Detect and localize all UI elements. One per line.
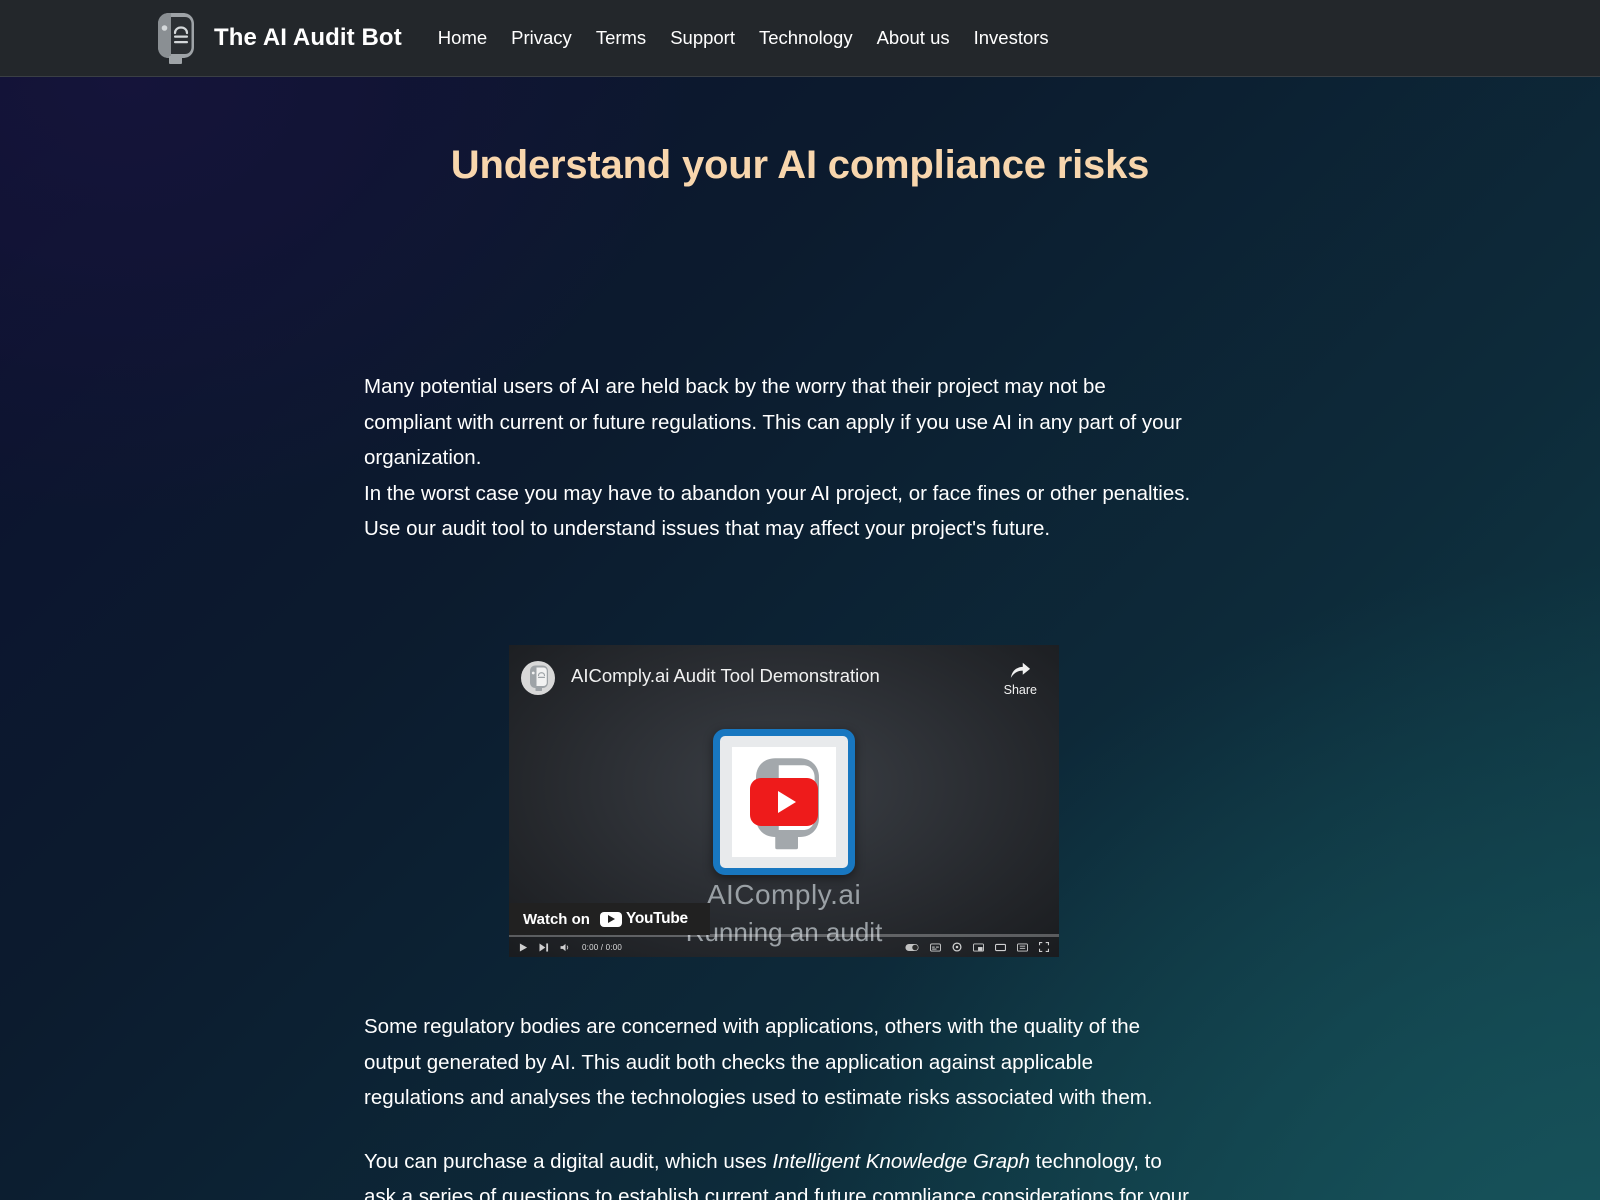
paragraph-regulatory-bodies: Some regulatory bodies are concerned wit…	[364, 1015, 1153, 1109]
video-thumbnail-card	[713, 729, 855, 875]
page-title: Understand your AI compliance risks	[450, 143, 1150, 187]
youtube-logo-icon: YouTube	[599, 910, 688, 928]
share-button[interactable]: Share	[1004, 661, 1041, 697]
body-copy-column-lower: Some regulatory bodies are concerned wit…	[364, 1009, 1194, 1200]
body-copy-column: Many potential users of AI are held back…	[364, 369, 1194, 547]
play-icon[interactable]	[519, 942, 528, 952]
purchase-emphasis-text: Intelligent Knowledge Graph	[772, 1149, 1030, 1173]
video-top-bar: AIComply.ai Audit Tool Demonstration Sha…	[509, 645, 1059, 723]
watch-later-icon[interactable]	[1017, 942, 1028, 952]
thumbnail-inner-panel	[732, 747, 836, 857]
autoplay-toggle-icon[interactable]	[905, 943, 919, 952]
play-triangle-icon	[777, 791, 796, 813]
youtube-video-embed[interactable]: AIComply.ai Audit Tool Demonstration Sha…	[509, 645, 1059, 957]
watch-on-youtube-button[interactable]: Watch on YouTube	[509, 903, 710, 935]
youtube-logo-box	[599, 911, 622, 927]
youtube-wordmark: YouTube	[625, 910, 688, 927]
watch-on-label: Watch on	[523, 910, 590, 928]
nav-links: Home Privacy Terms Support Technology Ab…	[426, 21, 1061, 55]
youtube-logo-triangle	[608, 915, 616, 923]
nav-link-privacy[interactable]: Privacy	[499, 21, 584, 55]
nav-link-technology[interactable]: Technology	[747, 21, 865, 55]
nav-link-home[interactable]: Home	[426, 21, 499, 55]
nav-link-terms[interactable]: Terms	[584, 21, 658, 55]
brand-block[interactable]: The AI Audit Bot	[152, 10, 402, 66]
video-controls-left: 0:00 / 0:00	[519, 943, 622, 952]
volume-icon[interactable]	[560, 943, 571, 952]
nav-link-investors[interactable]: Investors	[962, 21, 1061, 55]
nav-link-about-us[interactable]: About us	[865, 21, 962, 55]
video-title[interactable]: AIComply.ai Audit Tool Demonstration	[571, 665, 880, 687]
paragraph-worst-case: In the worst case you may have to abando…	[364, 481, 1191, 541]
video-control-bar: 0:00 / 0:00	[509, 937, 1059, 957]
theater-mode-icon[interactable]	[995, 943, 1006, 952]
subtitles-icon[interactable]	[930, 942, 941, 952]
video-time-display: 0:00 / 0:00	[582, 942, 623, 952]
nav-link-support[interactable]: Support	[658, 21, 747, 55]
youtube-play-icon[interactable]	[750, 778, 818, 826]
robot-head-icon	[152, 10, 196, 66]
next-track-icon[interactable]	[539, 942, 549, 952]
main-content: Understand your AI compliance risks Many…	[0, 77, 1600, 1200]
miniplayer-icon[interactable]	[973, 942, 984, 952]
video-controls-right	[905, 942, 1049, 952]
fullscreen-icon[interactable]	[1039, 942, 1049, 952]
share-label: Share	[1003, 683, 1037, 697]
robot-head-avatar-icon[interactable]	[521, 661, 555, 695]
top-navigation-bar: The AI Audit Bot Home Privacy Terms Supp…	[0, 0, 1600, 77]
paragraph-purchase-audit: You can purchase a digital audit, which …	[364, 1144, 1194, 1200]
page-root: The AI Audit Bot Home Privacy Terms Supp…	[0, 0, 1600, 1200]
paragraph-intro-risks: Many potential users of AI are held back…	[364, 375, 1182, 469]
share-arrow-icon	[1009, 661, 1031, 680]
brand-title: The AI Audit Bot	[214, 24, 402, 51]
purchase-lead-text: You can purchase a digital audit, which …	[364, 1149, 773, 1173]
settings-gear-icon[interactable]	[952, 942, 962, 952]
